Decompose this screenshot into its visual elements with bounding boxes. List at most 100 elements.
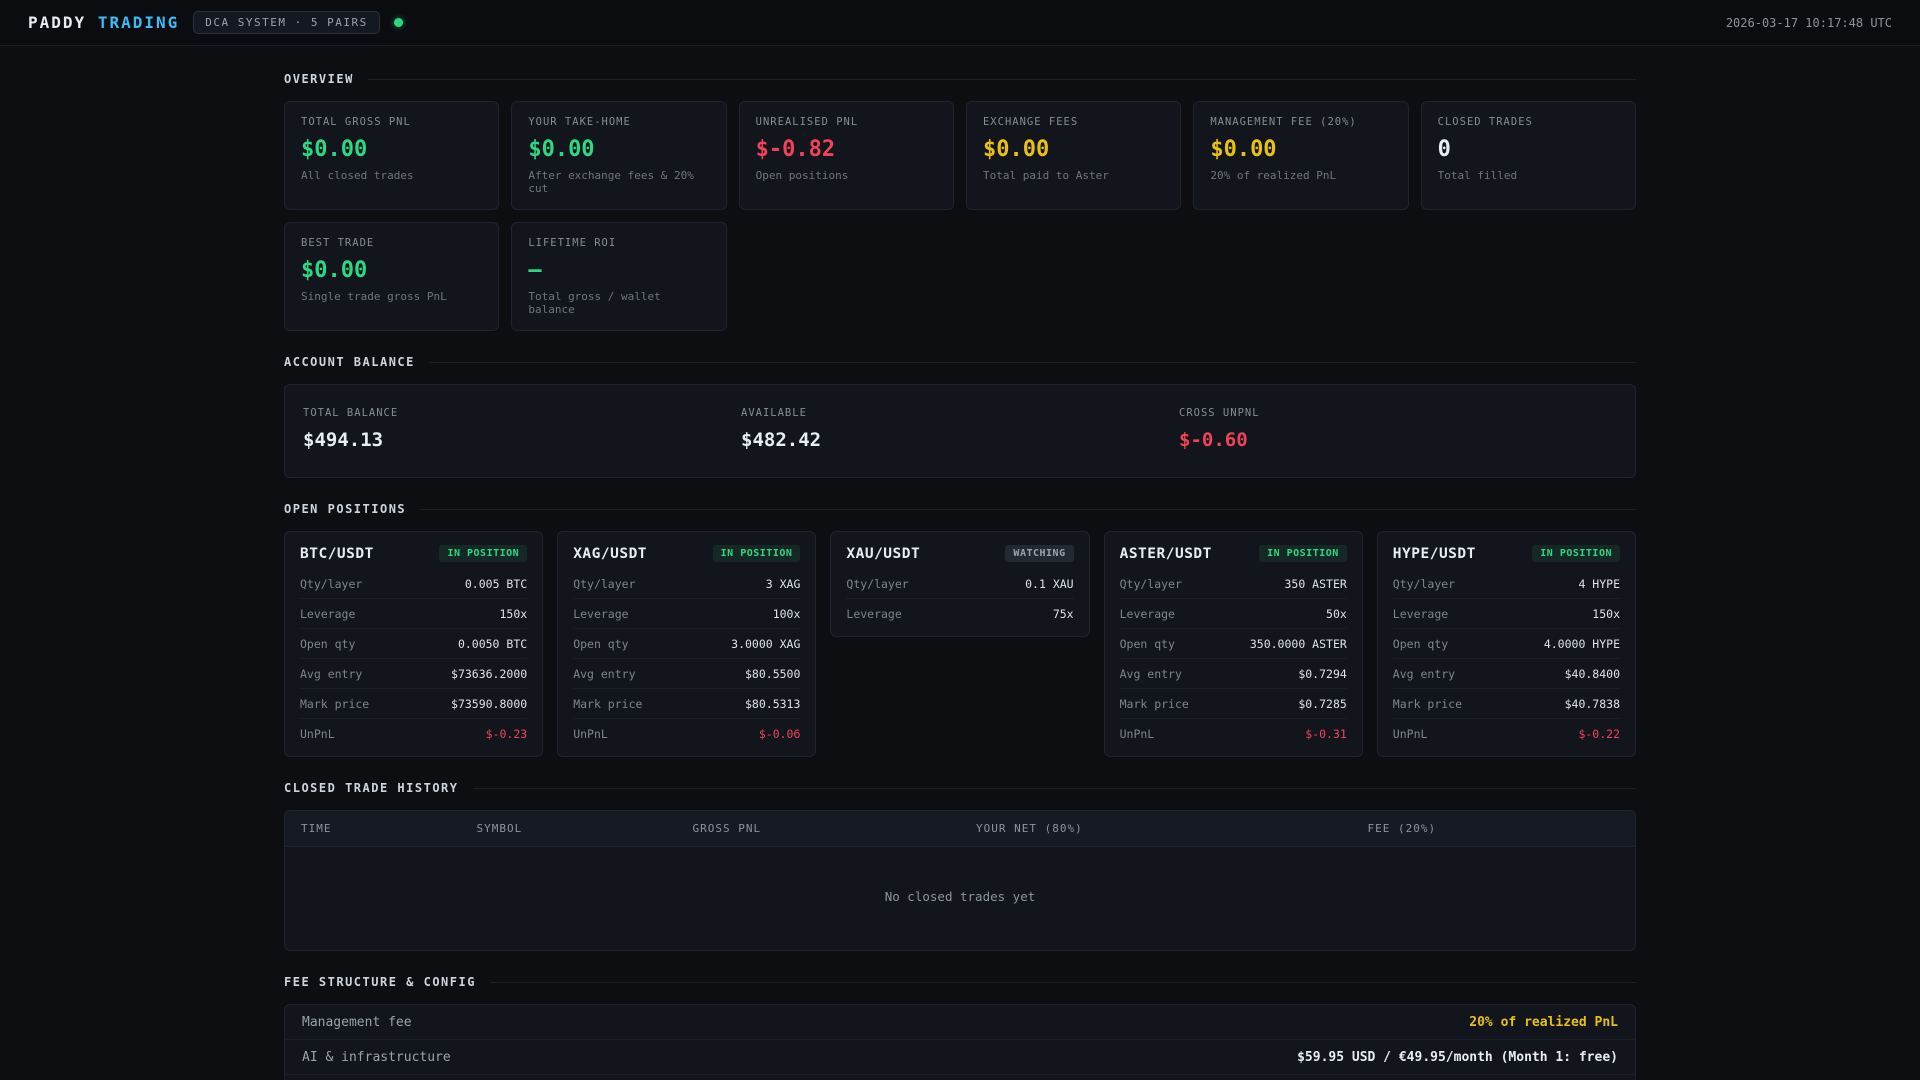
row-value: 350 ASTER [1284,576,1347,591]
row-label: UnPnL [573,726,608,741]
stat-subtitle: Total paid to Aster [982,169,1109,182]
row-value: 0.0050 BTC [457,636,528,651]
account-balance-title: ACCOUNT BALANCE [284,355,415,369]
position-row: Mark price $80.5313 [573,689,801,719]
row-value: 3 XAG [765,576,801,591]
stat-card-total-gross-pnl: TOTAL GROSS PNL $0.00 All closed trades [284,101,500,210]
column-header-time: TIME [301,822,332,835]
column-header-fee: FEE (20%) [1367,822,1437,835]
stat-value: 0 [1437,137,1451,162]
status-badge: IN POSITION [1259,545,1347,562]
position-row: Qty/layer 4 HYPE [1392,569,1620,599]
row-label: Leverage [846,606,902,621]
stat-card-closed-trades: CLOSED TRADES 0 Total filled [1420,101,1636,210]
empty-state-message: No closed trades yet [884,889,1036,904]
stat-subtitle: Total gross / wallet balance [528,290,661,316]
stat-label: TOTAL GROSS PNL [301,116,411,128]
trade-history-section: CLOSED TRADE HISTORY TIME SYMBOL GROSS P… [284,781,1636,951]
position-row-unpnl: UnPnL $-0.31 [1120,719,1347,748]
stat-label: YOUR TAKE-HOME [528,116,631,128]
stat-subtitle: After exchange fees & 20% cut [528,169,694,195]
balance-card: TOTAL BALANCE $494.13 AVAILABLE $482.42 … [284,384,1636,478]
online-status-dot [393,18,403,27]
stat-value: $0.00 [301,137,368,162]
top-bar: PADDY TRADING DCA SYSTEM · 5 PAIRS 2026-… [0,0,1920,46]
row-value: 75x [1052,606,1074,621]
status-badge: IN POSITION [1532,545,1620,562]
stat-label: BEST TRADE [301,237,375,249]
fee-config-section: FEE STRUCTURE & CONFIG Management fee 20… [284,975,1636,1080]
stat-label: CLOSED TRADES [1437,116,1533,128]
status-badge: IN POSITION [712,545,801,562]
row-value: 150x [1592,606,1620,621]
position-row: Qty/layer 3 XAG [573,569,801,599]
position-row: Qty/layer 0.1 XAU [846,569,1074,599]
row-value: 3.0000 XAG [731,636,801,651]
open-positions-title: OPEN POSITIONS [284,502,407,516]
row-value: 0.1 XAU [1025,576,1074,591]
row-value: $80.5500 [745,666,801,681]
position-row: Open qty 350.0000 ASTER [1119,629,1347,659]
positions-grid: BTC/USDT IN POSITION Qty/layer 0.005 BTC … [284,531,1636,757]
position-symbol: HYPE/USDT [1392,545,1476,562]
position-row: Leverage 150x [300,599,528,629]
stat-value: $0.00 [1210,137,1277,162]
stat-card-take-home: YOUR TAKE-HOME $0.00 After exchange fees… [511,101,727,210]
position-card-xau: XAU/USDT WATCHING Qty/layer 0.1 XAU Lever… [830,531,1090,637]
position-row-unpnl: UnPnL $-0.06 [573,719,800,748]
section-rule [367,78,1636,80]
row-label: UnPnL [1392,726,1428,741]
balance-cross-unpnl: CROSS UNPNL $-0.60 [1179,407,1617,451]
status-badge: IN POSITION [439,545,528,562]
fee-config-title: FEE STRUCTURE & CONFIG [284,975,476,989]
trade-history-table: TIME SYMBOL GROSS PNL YOUR NET (80%) FEE… [284,810,1636,951]
open-positions-section: OPEN POSITIONS BTC/USDT IN POSITION Qty/… [284,502,1636,757]
row-label: Mark price [573,696,643,711]
row-value: $80.5313 [745,696,801,711]
row-value: 350.0000 ASTER [1249,636,1347,651]
overview-grid: TOTAL GROSS PNL $0.00 All closed trades … [284,101,1636,331]
stat-value: — [528,258,542,283]
stat-label: MANAGEMENT FEE (20%) [1210,116,1357,128]
config-row-strategy: Strategy DCA Grid — 5 pairs [285,1075,1635,1080]
stat-subtitle: Single trade gross PnL [301,290,447,303]
row-label: Avg entry [1392,666,1456,681]
row-label: UnPnL [300,726,335,741]
row-label: Leverage [1119,606,1175,621]
row-label: Leverage [1392,606,1449,621]
open-positions-header: OPEN POSITIONS [284,502,1636,516]
row-label: Mark price [1119,696,1189,711]
position-row-unpnl: UnPnL $-0.22 [1393,719,1620,748]
row-value: 100x [772,606,801,621]
position-card-header: XAG/USDT IN POSITION [573,545,801,562]
row-value: 150x [499,606,528,621]
overview-header: OVERVIEW [284,72,1636,86]
stat-card-lifetime-roi: LIFETIME ROI — Total gross / wallet bala… [511,222,727,331]
stat-subtitle: Total filled [1437,169,1518,182]
row-value: 50x [1326,606,1347,621]
stat-value: $0.00 [301,258,368,283]
overview-section: OVERVIEW TOTAL GROSS PNL $0.00 All close… [284,72,1636,331]
row-value: $40.8400 [1564,666,1620,681]
balance-total: TOTAL BALANCE $494.13 [303,407,741,451]
row-value: 4 HYPE [1578,576,1620,591]
stat-subtitle: Open positions [755,169,849,182]
balance-value: $-0.60 [1179,429,1248,451]
row-label: Avg entry [300,666,363,681]
position-row: Qty/layer 0.005 BTC [300,569,528,599]
balance-available: AVAILABLE $482.42 [741,407,1179,451]
balance-label: TOTAL BALANCE [303,407,399,419]
config-value: $59.95 USD / €49.95/month (Month 1: free… [1297,1049,1618,1065]
position-row: Qty/layer 350 ASTER [1119,569,1347,599]
position-row: Open qty 0.0050 BTC [300,629,528,659]
stat-card-management-fee: MANAGEMENT FEE (20%) $0.00 20% of realiz… [1193,101,1409,210]
position-row: Avg entry $73636.2000 [300,659,528,689]
row-label: Open qty [573,636,629,651]
column-header-symbol: SYMBOL [476,822,523,835]
balance-value: $494.13 [303,429,384,451]
section-rule [428,361,1636,363]
position-card-header: XAU/USDT WATCHING [846,545,1074,562]
row-label: Qty/layer [1119,576,1182,591]
row-label: Qty/layer [300,576,363,591]
row-value: $73636.2000 [451,666,528,681]
